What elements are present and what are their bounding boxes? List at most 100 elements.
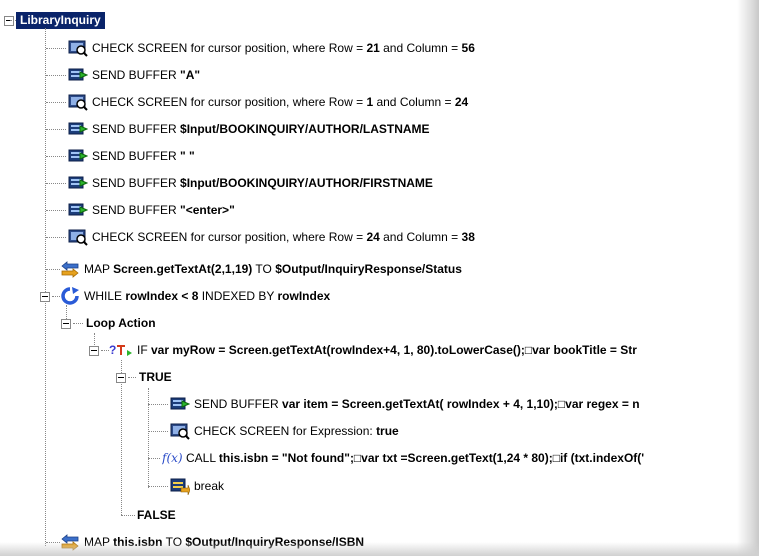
tree-node-if[interactable]: ? IF var myRow = Screen.getTextAt(rowInd… — [101, 340, 637, 360]
label-text: and Column = — [379, 41, 462, 55]
node-label: CHECK SCREEN for Expression: true — [194, 421, 399, 441]
root-collapse-toggle[interactable] — [4, 16, 14, 26]
while-loop-icon — [60, 287, 80, 305]
label-text: TO — [252, 262, 276, 276]
panel-shadow-right — [737, 0, 759, 556]
label-value: this.isbn = "Not found";□var txt =Screen… — [218, 451, 645, 465]
label-value: rowIndex — [277, 289, 331, 303]
node-label: SEND BUFFER " " — [92, 146, 195, 166]
send-buffer-icon — [68, 120, 89, 138]
map-icon — [60, 260, 80, 278]
label-value: 38 — [461, 230, 475, 244]
label-value: TRUE — [139, 370, 172, 384]
if-icon: ? — [109, 341, 133, 359]
node-label: MAP Screen.getTextAt(2,1,19) TO $Output/… — [84, 259, 462, 279]
tree-node-break[interactable]: break — [148, 476, 224, 496]
label-value: "A" — [180, 68, 201, 82]
screen-check-icon — [68, 39, 88, 57]
break-icon — [170, 477, 191, 496]
send-buffer-icon — [68, 147, 89, 165]
label-text: SEND BUFFER — [92, 122, 181, 136]
label-text: SEND BUFFER — [92, 203, 181, 217]
label-value: 56 — [461, 41, 475, 55]
tree-node-send-buffer[interactable]: SEND BUFFER var item = Screen.getTextAt(… — [148, 394, 640, 414]
node-label: SEND BUFFER $Input/BOOKINQUIRY/AUTHOR/FI… — [92, 173, 433, 193]
tree-node-call[interactable]: f(x) CALL this.isbn = "Not found";□var t… — [148, 448, 644, 468]
node-label: FALSE — [137, 505, 176, 525]
node-label: SEND BUFFER "A" — [92, 65, 200, 85]
label-value: Screen.getTextAt(2,1,19) — [113, 262, 253, 276]
label-text: CHECK SCREEN for Expression: — [194, 424, 377, 438]
tree-node-check-screen[interactable]: CHECK SCREEN for Expression: true — [148, 421, 399, 441]
tree-node-check-screen[interactable]: CHECK SCREEN for cursor position, where … — [46, 227, 475, 247]
label-value: 24 — [366, 230, 380, 244]
tree-node-false-branch[interactable]: FALSE — [121, 505, 176, 525]
screen-check-icon — [68, 228, 88, 246]
label-text: break — [194, 479, 225, 493]
tree-root-node[interactable]: LibraryInquiry — [10, 10, 105, 30]
tree-node-send-buffer[interactable]: SEND BUFFER "A" — [46, 65, 200, 85]
node-label: SEND BUFFER $Input/BOOKINQUIRY/AUTHOR/LA… — [92, 119, 430, 139]
label-value: " " — [180, 149, 195, 163]
tree-node-send-buffer[interactable]: SEND BUFFER $Input/BOOKINQUIRY/AUTHOR/LA… — [46, 119, 430, 139]
label-value: 24 — [454, 95, 469, 109]
node-label: break — [194, 476, 224, 496]
tree-node-check-screen[interactable]: CHECK SCREEN for cursor position, where … — [46, 38, 475, 58]
node-label: SEND BUFFER "<enter>" — [92, 200, 235, 220]
screen-check-icon — [170, 422, 190, 440]
panel-shadow-bottom — [0, 542, 759, 556]
while-collapse-toggle[interactable] — [40, 292, 50, 302]
label-value: $Input/BOOKINQUIRY/AUTHOR/FIRSTNAME — [180, 176, 433, 190]
node-label: CHECK SCREEN for cursor position, where … — [92, 92, 468, 112]
label-text: SEND BUFFER — [92, 176, 181, 190]
tree-node-check-screen[interactable]: CHECK SCREEN for cursor position, where … — [46, 92, 468, 112]
label-text: INDEXED BY — [198, 289, 278, 303]
label-value: "<enter>" — [180, 203, 235, 217]
if-collapse-toggle[interactable] — [89, 346, 99, 356]
send-buffer-icon — [68, 66, 89, 84]
root-label: LibraryInquiry — [16, 11, 105, 29]
node-label: CALL this.isbn = "Not found";□var txt =S… — [186, 448, 644, 468]
label-text: and Column = — [379, 230, 462, 244]
node-label: CHECK SCREEN for cursor position, where … — [92, 227, 475, 247]
tree-node-send-buffer[interactable]: SEND BUFFER " " — [46, 146, 195, 166]
label-text: SEND BUFFER — [92, 149, 181, 163]
label-text: CHECK SCREEN for cursor position, where … — [92, 95, 367, 109]
label-text: CALL — [186, 451, 219, 465]
label-text: WHILE — [84, 289, 126, 303]
label-text: SEND BUFFER — [92, 68, 181, 82]
tree-node-true-branch[interactable]: TRUE — [128, 367, 172, 387]
node-label: CHECK SCREEN for cursor position, where … — [92, 38, 475, 58]
label-value: FALSE — [137, 508, 176, 522]
true-branch-collapse-toggle[interactable] — [116, 373, 126, 383]
label-value: 21 — [366, 41, 380, 55]
tree-node-while[interactable]: WHILE rowIndex < 8 INDEXED BY rowIndex — [52, 286, 330, 306]
node-label: WHILE rowIndex < 8 INDEXED BY rowIndex — [84, 286, 330, 306]
label-text: and Column = — [373, 95, 455, 109]
label-value: true — [376, 424, 399, 438]
svg-text:?: ? — [109, 343, 116, 357]
label-text: IF — [137, 343, 151, 357]
send-buffer-icon — [170, 395, 191, 413]
node-label: SEND BUFFER var item = Screen.getTextAt(… — [194, 394, 640, 414]
tree-node-send-buffer[interactable]: SEND BUFFER $Input/BOOKINQUIRY/AUTHOR/FI… — [46, 173, 433, 193]
send-buffer-icon — [68, 201, 89, 219]
send-buffer-icon — [68, 174, 89, 192]
tree-node-loop-action[interactable]: Loop Action — [73, 313, 156, 333]
script-tree-panel: LibraryInquiry CHECK SCREEN for cursor p… — [0, 0, 759, 556]
svg-text:f(x): f(x) — [162, 451, 182, 465]
label-value: Loop Action — [86, 316, 156, 330]
label-value: $Input/BOOKINQUIRY/AUTHOR/LASTNAME — [180, 122, 430, 136]
label-text: SEND BUFFER — [194, 397, 283, 411]
node-label: Loop Action — [86, 313, 156, 333]
label-value: var myRow = Screen.getTextAt(rowIndex+4,… — [151, 343, 637, 357]
tree-node-map[interactable]: MAP Screen.getTextAt(2,1,19) TO $Output/… — [46, 259, 462, 279]
label-value: $Output/InquiryResponse/Status — [275, 262, 462, 276]
screen-check-icon — [68, 93, 88, 111]
label-text: CHECK SCREEN for cursor position, where … — [92, 41, 367, 55]
tree-node-send-buffer[interactable]: SEND BUFFER "<enter>" — [46, 200, 235, 220]
tree-guide-level4 — [121, 360, 122, 515]
label-text: CHECK SCREEN for cursor position, where … — [92, 230, 367, 244]
function-icon: f(x) — [161, 449, 183, 467]
loop-action-collapse-toggle[interactable] — [61, 319, 71, 329]
